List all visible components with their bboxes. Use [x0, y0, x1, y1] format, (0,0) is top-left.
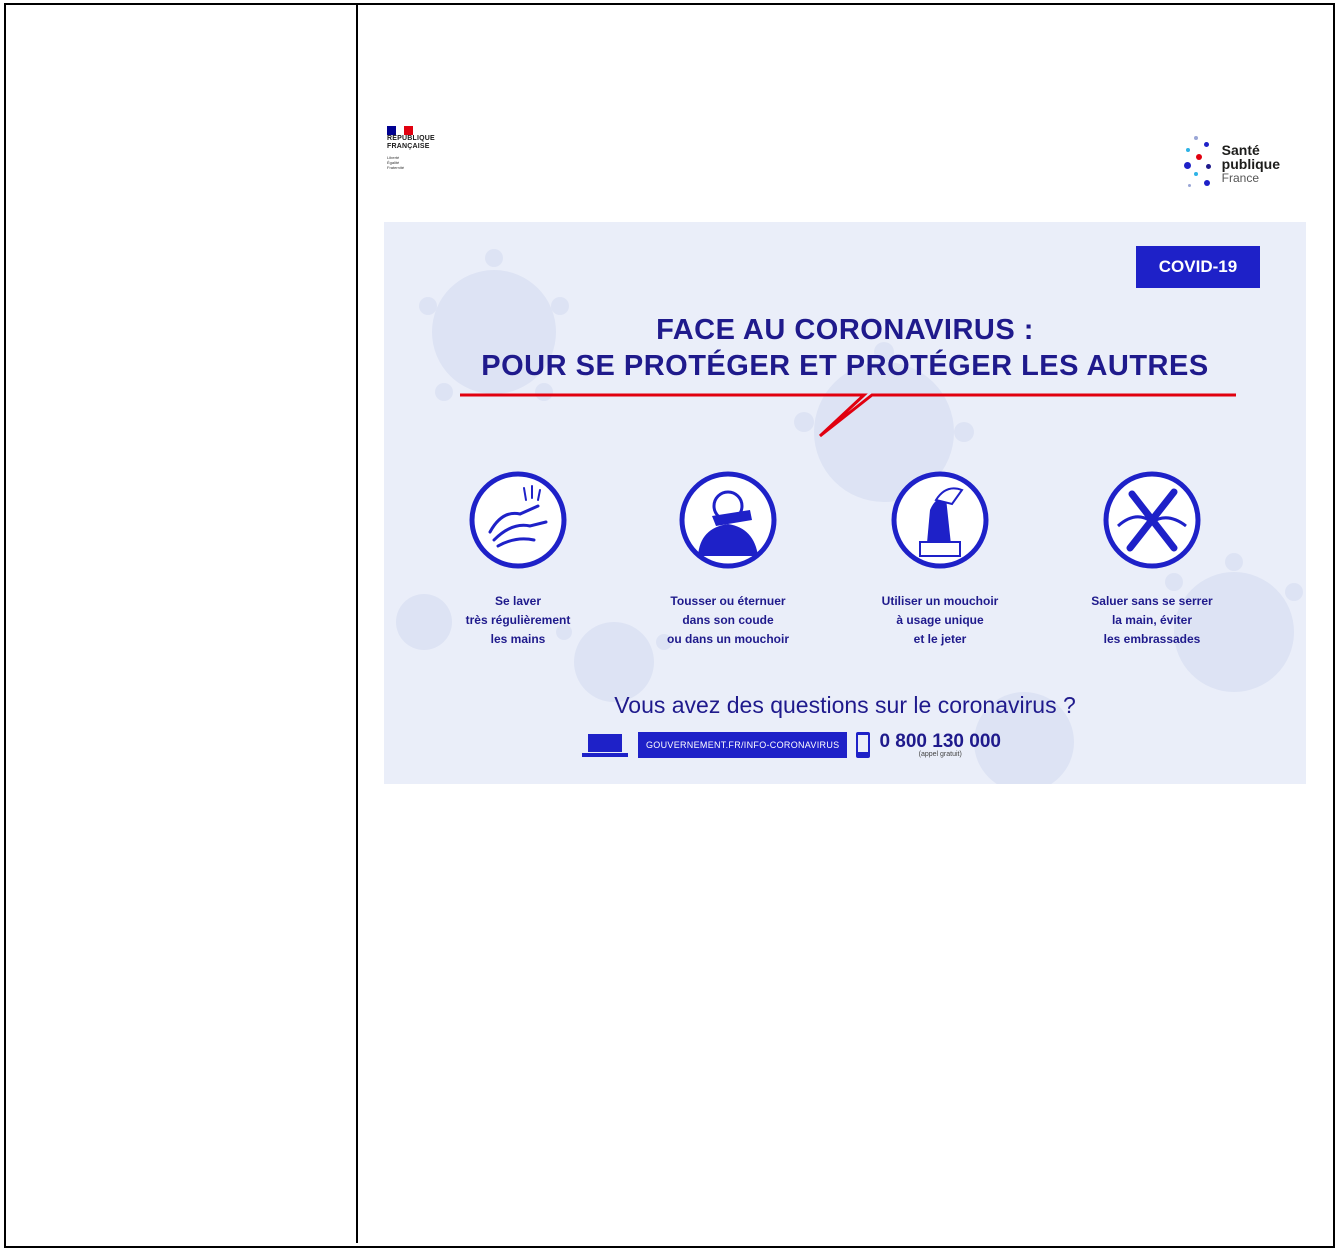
- tissue-icon: [891, 471, 989, 569]
- republique-francaise-logo: RÉPUBLIQUE FRANÇAISE Liberté Égalité Fra…: [387, 126, 477, 170]
- caption-line: ou dans un mouchoir: [667, 632, 789, 646]
- caption-line: Utiliser un mouchoir: [881, 594, 999, 608]
- phone-note: (appel gratuit): [918, 750, 962, 758]
- handwash-icon: [469, 471, 567, 569]
- question-text: Vous avez des questions sur le coronavir…: [614, 692, 1076, 718]
- caption-cough: Tousser ou éternuer dans son coude ou da…: [643, 592, 813, 649]
- caption-no-handshake: Saluer sans se serrer la main, éviter le…: [1067, 592, 1237, 649]
- caption-line: à usage unique: [896, 613, 984, 627]
- devise-fraternite: Fraternité: [387, 165, 405, 170]
- caption-line: les mains: [490, 632, 546, 646]
- covid-poster: RÉPUBLIQUE FRANÇAISE Liberté Égalité Fra…: [372, 112, 1320, 788]
- spf-line-1: Santé: [1221, 142, 1260, 158]
- column-divider: [356, 3, 358, 1243]
- cough-elbow-icon: [679, 471, 777, 569]
- rf-line-1: RÉPUBLIQUE: [387, 135, 435, 142]
- website-url[interactable]: GOUVERNEMENT.FR/INFO-CORONAVIRUS: [638, 732, 848, 758]
- caption-line: la main, éviter: [1111, 613, 1193, 627]
- no-handshake-icon: [1103, 471, 1201, 569]
- caption-line: et le jeter: [913, 632, 967, 646]
- caption-line: très régulièrement: [465, 613, 571, 627]
- spf-line-3: France: [1221, 171, 1260, 185]
- spf-line-2: publique: [1221, 156, 1280, 172]
- sante-publique-france-logo: Santé publique France: [1180, 132, 1280, 196]
- caption-line: dans son coude: [682, 613, 774, 627]
- rf-line-2: FRANÇAISE: [387, 143, 430, 150]
- spf-dots-icon: [1180, 132, 1216, 196]
- caption-line: Tousser ou éternuer: [670, 594, 786, 608]
- phone-icon: [856, 732, 871, 758]
- french-flag-icon: [387, 126, 414, 135]
- rf-devise: Liberté Égalité Fraternité: [387, 155, 477, 170]
- caption-line: les embrassades: [1103, 632, 1201, 646]
- caption-line: Se laver: [494, 594, 542, 608]
- poster-panel: COVID-19 FACE AU CORONAVIRUS : POUR SE P…: [384, 222, 1306, 784]
- caption-line: Saluer sans se serrer: [1091, 594, 1213, 608]
- phone-block: 0 800 130 000 (appel gratuit): [879, 732, 1001, 759]
- caption-tissue: Utiliser un mouchoir à usage unique et l…: [855, 592, 1025, 649]
- contact-row: GOUVERNEMENT.FR/INFO-CORONAVIRUS 0 800 1…: [580, 730, 1001, 760]
- phone-number[interactable]: 0 800 130 000: [879, 732, 1001, 751]
- laptop-icon: [582, 734, 628, 757]
- caption-handwash: Se laver très régulièrement les mains: [433, 592, 603, 649]
